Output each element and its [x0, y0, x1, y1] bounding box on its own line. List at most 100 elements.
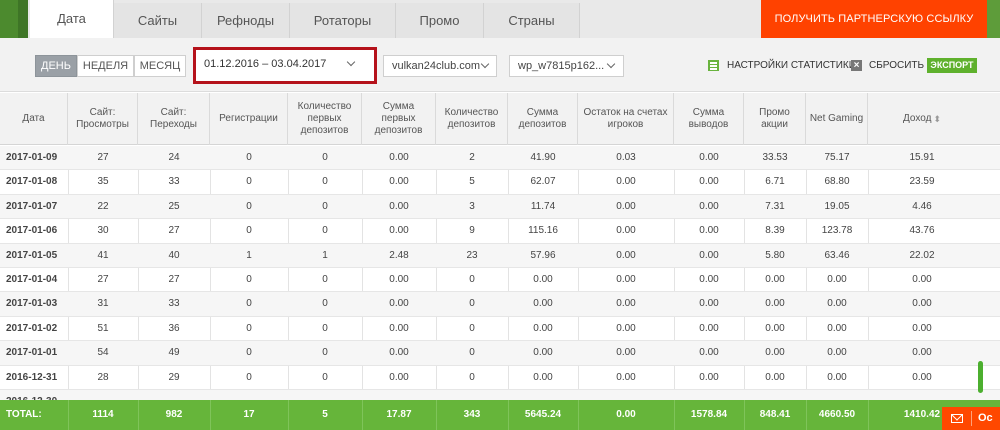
tab-rotators[interactable]: Ротаторы	[290, 3, 396, 38]
column-header-net-gaming[interactable]: Net Gaming	[806, 93, 868, 145]
table-header: Дата Сайт: Просмотры Сайт: Переходы Реги…	[0, 93, 1000, 145]
get-partner-link-button[interactable]: ПОЛУЧИТЬ ПАРТНЕРСКУЮ ССЫЛКУ	[761, 0, 987, 38]
cell-promo: 0.00	[765, 298, 785, 310]
cell-deposits-count: 0	[469, 298, 475, 310]
table-row: 2017-01-08 35 33 0 0 0.00 5 62.07 0.00 0.00 6.71 68…	[0, 170, 1000, 195]
cell-deposits-sum: 57.96	[530, 249, 556, 261]
cell-first-deposits-count: 0	[322, 298, 328, 310]
period-month-button[interactable]: МЕСЯЦ	[134, 55, 186, 77]
column-header-registrations[interactable]: Регистрации	[210, 93, 288, 145]
column-header-date[interactable]: Дата	[0, 93, 68, 145]
cell-first-deposits-sum: 0.00	[389, 274, 409, 285]
cell-net-gaming: 0.00	[827, 322, 847, 334]
statistics-settings-link[interactable]: НАСТРОЙКИ СТАТИСТИКИ	[727, 60, 856, 72]
cell-clicks: 24	[168, 152, 180, 163]
cell-promo	[744, 390, 806, 400]
tab-refnodes[interactable]: Рефноды	[202, 3, 290, 38]
cell-deposits-sum: 0.00	[533, 322, 553, 334]
column-divider	[68, 400, 69, 430]
tab-date[interactable]: Дата	[30, 0, 114, 38]
tab-sites[interactable]: Сайты	[114, 3, 202, 38]
tab-bar: Дата Сайты Рефноды Ротаторы Промо Страны…	[0, 0, 1000, 38]
cell-views: 28	[97, 371, 109, 383]
cell-deposits-sum: 0.00	[533, 371, 553, 383]
scrollbar-thumb[interactable]	[978, 361, 983, 393]
chevron-down-icon	[606, 59, 616, 69]
total-first-deposits-count: 5	[322, 409, 328, 420]
period-day-button[interactable]: ДЕНЬ	[35, 55, 77, 77]
cell-promo: 6.71	[765, 176, 785, 188]
period-week-button[interactable]: НЕДЕЛЯ	[77, 55, 134, 77]
cell-deposits-count: 9	[469, 225, 475, 237]
date-range-picker[interactable]: 01.12.2016 – 03.04.2017	[193, 47, 377, 84]
column-divider	[288, 400, 289, 430]
cell-net-gaming: 19.05	[824, 200, 850, 212]
column-divider	[806, 400, 807, 430]
cell-first-deposits-sum: 0.00	[389, 298, 409, 310]
cell-player-balance: 0.00	[616, 225, 636, 237]
column-header-views[interactable]: Сайт: Просмотры	[68, 93, 138, 145]
reset-link[interactable]: СБРОСИТЬ	[869, 60, 924, 72]
cell-registrations	[210, 390, 288, 400]
cell-withdrawals: 0.00	[699, 274, 719, 285]
cell-promo: 7.31	[765, 200, 785, 212]
total-net-gaming: 4660.50	[818, 409, 856, 420]
table-row: 2017-01-07 22 25 0 0 0.00 3 11.74 0.00 0.00 7.31 19…	[0, 194, 1000, 220]
total-clicks: 982	[165, 409, 183, 420]
column-header-deposits-sum[interactable]: Сумма депозитов	[508, 93, 578, 145]
column-header-income-label: Доход	[903, 113, 932, 124]
cell-registrations: 0	[246, 322, 252, 334]
cell-withdrawals: 0.00	[699, 322, 719, 334]
tab-promo[interactable]: Промо	[396, 3, 484, 38]
cell-first-deposits-count: 0	[322, 225, 328, 237]
cell-clicks	[138, 390, 210, 400]
column-divider	[578, 400, 579, 430]
column-header-first-deposits-count[interactable]: Количество первых депозитов	[288, 93, 362, 145]
column-header-clicks[interactable]: Сайт: Переходы	[138, 93, 210, 145]
settings-icon[interactable]	[708, 60, 719, 71]
cell-deposits-count	[436, 390, 508, 400]
cell-date: 2017-01-03	[6, 298, 58, 310]
cell-promo: 33.53	[762, 152, 788, 163]
site-select[interactable]: vulkan24club.com	[383, 55, 497, 77]
cell-player-balance	[578, 390, 674, 400]
column-divider	[210, 400, 211, 430]
cell-clicks: 36	[168, 322, 180, 334]
cell-first-deposits-sum: 0.00	[389, 371, 409, 383]
cell-income: 15.91	[909, 152, 935, 163]
cell-deposits-sum: 0.00	[533, 274, 553, 285]
tab-countries[interactable]: Страны	[484, 3, 580, 38]
chat-widget-button[interactable]: Ос	[942, 407, 1000, 430]
promo-select[interactable]: wp_w7815p162...	[509, 55, 624, 77]
cell-income: 0.00	[912, 274, 932, 285]
column-header-deposits-count[interactable]: Количество депозитов	[436, 93, 508, 145]
export-button[interactable]: ЭКСПОРТ	[927, 58, 977, 73]
close-icon[interactable]: ×	[851, 60, 862, 71]
cell-registrations: 0	[246, 347, 252, 359]
cell-income: 0.00	[912, 322, 932, 334]
column-header-withdrawals[interactable]: Сумма выводов	[674, 93, 744, 145]
cell-registrations: 0	[246, 274, 252, 285]
table-row: 2017-01-04 27 27 0 0 0.00 0 0.00 0.00 0.00 0.00 0.0…	[0, 268, 1000, 293]
cell-date: 2016-12-30	[0, 390, 68, 400]
column-header-player-balance[interactable]: Остаток на счетах игроков	[578, 93, 674, 145]
background-strip-right	[987, 0, 1000, 38]
cell-first-deposits-count: 0	[322, 274, 328, 285]
cell-first-deposits-sum	[362, 390, 436, 400]
chat-widget-label: Ос	[978, 412, 993, 424]
cell-income: 0.00	[912, 347, 932, 359]
cell-views: 54	[97, 347, 109, 359]
cell-first-deposits-count: 0	[322, 322, 328, 334]
cell-views: 31	[97, 298, 109, 310]
cell-views	[68, 390, 138, 400]
cell-first-deposits-count: 0	[322, 200, 328, 212]
column-header-promo[interactable]: Промо акции	[744, 93, 806, 145]
column-divider	[436, 400, 437, 430]
column-header-first-deposits-sum[interactable]: Сумма первых депозитов	[362, 93, 436, 145]
total-label: TOTAL:	[6, 409, 42, 420]
cell-promo: 0.00	[765, 274, 785, 285]
table-row: 2017-01-05 41 40 1 1 2.48 23 57.96 0.00 0.00 5.80 6…	[0, 243, 1000, 268]
column-header-income[interactable]: Доход ⬍	[868, 93, 976, 145]
table-row: 2017-01-02 51 36 0 0 0.00 0 0.00 0.00 0.00 0.00 0.0…	[0, 317, 1000, 342]
cell-first-deposits-sum: 0.00	[389, 322, 409, 334]
